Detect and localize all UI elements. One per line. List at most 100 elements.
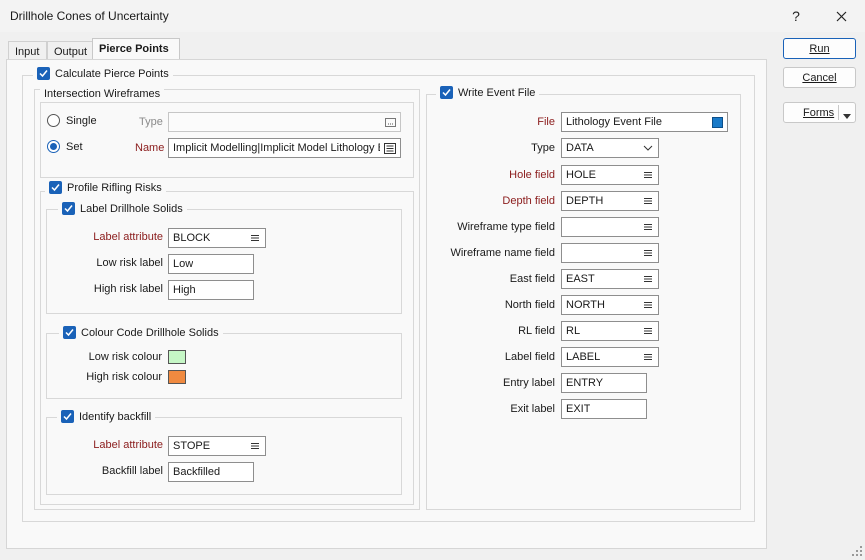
file-browse-icon[interactable] xyxy=(711,116,723,128)
high-risk-label-input[interactable]: High xyxy=(168,280,254,300)
forms-button[interactable]: Forms xyxy=(783,102,856,123)
intersection-title-text: Intersection Wireframes xyxy=(44,88,161,100)
checkbox-checked-icon xyxy=(62,202,75,215)
set-radio[interactable]: Set xyxy=(47,140,83,153)
backfill-attribute-input[interactable]: STOPE xyxy=(168,436,266,456)
file-label: File xyxy=(537,116,555,128)
checkbox-checked-icon xyxy=(49,181,62,194)
event-type-select[interactable]: DATA xyxy=(561,138,659,158)
backfill-label-label: Backfill label xyxy=(101,465,163,477)
backfill-group xyxy=(46,417,402,495)
label-field-input[interactable]: LABEL xyxy=(561,347,659,367)
north-field-value: NORTH xyxy=(566,299,605,311)
east-field-label: East field xyxy=(509,273,555,285)
menu-icon[interactable] xyxy=(642,325,654,337)
north-field-label: North field xyxy=(504,299,555,311)
event-file-input[interactable]: Lithology Event File xyxy=(561,112,728,132)
wireframe-name-input[interactable]: Implicit Modelling|Implicit Model Lithol… xyxy=(168,138,401,158)
low-risk-label-value: Low xyxy=(173,258,194,270)
menu-icon[interactable] xyxy=(249,232,261,244)
menu-icon[interactable] xyxy=(642,299,654,311)
colour-code-group xyxy=(46,333,402,399)
menu-icon[interactable] xyxy=(642,351,654,363)
depth-field-value: DEPTH xyxy=(566,195,604,207)
cancel-button[interactable]: Cancel xyxy=(783,67,856,88)
calculate-checkbox[interactable]: Calculate Pierce Points xyxy=(33,67,173,80)
tab-input[interactable]: Input xyxy=(8,41,47,60)
menu-icon[interactable] xyxy=(642,195,654,207)
close-icon xyxy=(836,11,846,21)
exit-label-input[interactable]: EXIT xyxy=(561,399,647,419)
backfill-label-input[interactable]: Backfilled xyxy=(168,462,254,482)
set-radio-label: Set xyxy=(66,140,83,153)
event-file-value: Lithology Event File xyxy=(566,116,662,128)
menu-icon[interactable] xyxy=(642,273,654,285)
rl-field-value: RL xyxy=(566,325,581,337)
forms-divider xyxy=(838,105,839,120)
depth-field-label: Depth field xyxy=(502,195,555,207)
tab-pierce-points-label: Pierce Points xyxy=(99,43,169,55)
label-solids-checkbox[interactable]: Label Drillhole Solids xyxy=(58,202,187,215)
north-field-input[interactable]: NORTH xyxy=(561,295,659,315)
radio-off-icon xyxy=(47,114,60,127)
forms-dropdown-icon[interactable] xyxy=(843,110,851,122)
forms-button-label: Forms xyxy=(803,106,835,119)
high-risk-colour-label: High risk colour xyxy=(86,371,162,383)
wireframe-name-field-input[interactable] xyxy=(561,243,659,263)
radio-on-icon xyxy=(47,140,60,153)
menu-icon[interactable] xyxy=(642,169,654,181)
close-button[interactable] xyxy=(826,4,856,28)
type-field-label: Type xyxy=(531,142,555,154)
label-field-label: Label field xyxy=(504,351,555,363)
label-attribute-value: BLOCK xyxy=(173,232,211,244)
entry-label-input[interactable]: ENTRY xyxy=(561,373,647,393)
checkbox-checked-icon xyxy=(61,410,74,423)
wireframe-type-input[interactable] xyxy=(168,112,401,132)
backfill-attribute-value: STOPE xyxy=(173,440,211,452)
run-button[interactable]: Run xyxy=(783,38,856,59)
menu-icon[interactable] xyxy=(249,440,261,452)
menu-icon[interactable] xyxy=(642,247,654,259)
exit-label-label: Exit label xyxy=(510,403,555,415)
pierce-points-panel: Calculate Pierce Points Intersection Wir… xyxy=(6,59,767,549)
window-title: Drillhole Cones of Uncertainty xyxy=(10,9,169,23)
cancel-button-label: Cancel xyxy=(802,71,837,84)
depth-field-input[interactable]: DEPTH xyxy=(561,191,659,211)
menu-icon[interactable] xyxy=(642,221,654,233)
write-event-checkbox[interactable]: Write Event File xyxy=(436,86,540,99)
colour-code-checkbox[interactable]: Colour Code Drillhole Solids xyxy=(59,326,223,339)
help-button[interactable]: ? xyxy=(781,4,811,28)
label-attribute-input[interactable]: BLOCK xyxy=(168,228,266,248)
wireframe-type-field-input[interactable] xyxy=(561,217,659,237)
exit-label-value: EXIT xyxy=(566,403,591,415)
rl-field-input[interactable]: RL xyxy=(561,321,659,341)
hole-field-value: HOLE xyxy=(566,169,596,181)
high-risk-label-label: High risk label xyxy=(93,283,163,295)
backfill-attribute-label: Label attribute xyxy=(93,439,163,451)
single-radio-label: Single xyxy=(66,114,97,127)
wireframe-type-field-label: Wireframe type field xyxy=(457,221,555,233)
profile-label: Profile Rifling Risks xyxy=(67,181,162,194)
wireframe-name-field-label: Wireframe name field xyxy=(450,247,555,259)
single-radio[interactable]: Single xyxy=(47,114,97,127)
rl-field-label: RL field xyxy=(518,325,555,337)
chevron-down-icon xyxy=(642,142,654,154)
label-solids-label: Label Drillhole Solids xyxy=(80,202,183,215)
profile-checkbox[interactable]: Profile Rifling Risks xyxy=(45,181,166,194)
wireframe-name-value: Implicit Modelling|Implicit Model Lithol… xyxy=(173,142,380,154)
low-risk-label-label: Low risk label xyxy=(96,257,163,269)
east-field-input[interactable]: EAST xyxy=(561,269,659,289)
list-icon[interactable] xyxy=(384,142,396,154)
backfill-label: Identify backfill xyxy=(79,410,152,423)
type-label: Type xyxy=(139,116,163,128)
low-risk-colour-swatch[interactable] xyxy=(168,350,186,364)
tab-output[interactable]: Output xyxy=(47,41,93,60)
hole-field-label: Hole field xyxy=(509,169,555,181)
resize-grip-icon[interactable] xyxy=(851,545,863,557)
backfill-checkbox[interactable]: Identify backfill xyxy=(57,410,156,423)
tab-pierce-points[interactable]: Pierce Points xyxy=(92,38,180,61)
browse-icon[interactable] xyxy=(384,116,396,128)
high-risk-colour-swatch[interactable] xyxy=(168,370,186,384)
hole-field-input[interactable]: HOLE xyxy=(561,165,659,185)
low-risk-label-input[interactable]: Low xyxy=(168,254,254,274)
